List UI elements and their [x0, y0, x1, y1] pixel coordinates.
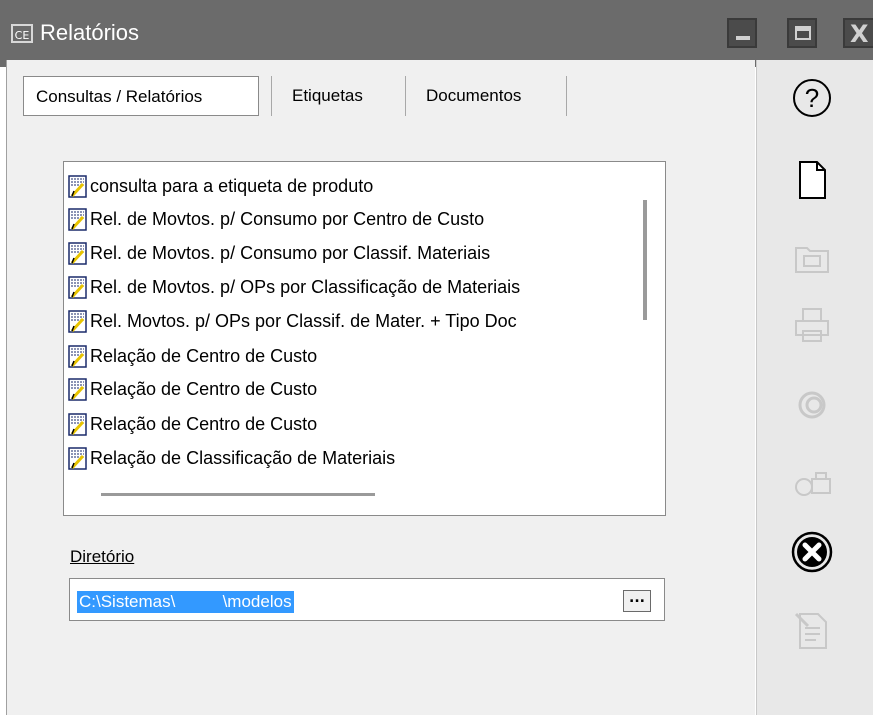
- maximize-button[interactable]: [787, 18, 817, 48]
- preview-button[interactable]: [790, 383, 834, 427]
- close-dialog-button[interactable]: [790, 530, 834, 574]
- list-item-label: Relação de Centro de Custo: [90, 413, 318, 434]
- app-icon: CE: [11, 24, 33, 43]
- directory-label-text: Diretório: [70, 547, 135, 566]
- new-document-button[interactable]: [790, 158, 834, 202]
- list-item[interactable]: Rel. Movtos. p/ OPs por Classif. de Mate…: [68, 306, 628, 336]
- report-document-icon: [68, 377, 88, 401]
- report-document-icon: [68, 446, 88, 470]
- list-item-label: Relação de Classificação de Materiais: [90, 447, 396, 468]
- close-window-button[interactable]: X: [843, 18, 873, 48]
- list-item-label: Rel. de Movtos. p/ Consumo por Centro de…: [90, 208, 485, 229]
- tab-consultas-relatorios[interactable]: Consultas / Relatórios: [23, 76, 259, 116]
- directory-value[interactable]: C:\Sistemas\ \modelos: [77, 591, 294, 613]
- list-item[interactable]: Relação de Classificação de Materiais: [68, 443, 628, 473]
- edit-document-button[interactable]: [790, 608, 834, 652]
- list-item[interactable]: Rel. de Movtos. p/ OPs por Classificação…: [68, 272, 628, 302]
- report-document-icon: [68, 174, 88, 198]
- report-document-icon: [68, 344, 88, 368]
- new-document-icon: [799, 161, 826, 199]
- list-item[interactable]: Rel. de Movtos. p/ Consumo por Centro de…: [68, 204, 628, 234]
- print-icon: [795, 308, 829, 342]
- list-item-label: Relação de Centro de Custo: [90, 378, 318, 399]
- report-list-items: consulta para a etiqueta de produto Rel. …: [68, 166, 628, 482]
- report-document-icon: [68, 412, 88, 436]
- window-title: Relatórios: [40, 20, 140, 45]
- vertical-scrollbar[interactable]: [643, 200, 647, 320]
- browse-button[interactable]: ...: [623, 590, 651, 612]
- tab-etiquetas[interactable]: Etiquetas: [292, 76, 363, 116]
- tab-documentos[interactable]: Documentos: [426, 76, 521, 116]
- list-item[interactable]: consulta para a etiqueta de produto: [68, 171, 628, 201]
- tab-divider: [566, 76, 567, 116]
- edit-document-icon: [794, 612, 827, 649]
- horizontal-scrollbar[interactable]: [101, 493, 375, 496]
- report-document-icon: [68, 207, 88, 231]
- list-item-label: Rel. de Movtos. p/ Consumo por Classif. …: [90, 242, 491, 263]
- help-icon: ?: [793, 79, 831, 117]
- list-item-label: Rel. Movtos. p/ OPs por Classif. de Mate…: [90, 310, 517, 331]
- preview-eye-icon: [798, 391, 826, 419]
- list-item-label: consulta para a etiqueta de produto: [90, 175, 374, 196]
- preview-print-icon: [795, 472, 831, 496]
- report-document-icon: [68, 309, 88, 333]
- help-button[interactable]: ?: [790, 76, 834, 120]
- print-button[interactable]: [790, 303, 834, 347]
- report-document-icon: [68, 275, 88, 299]
- list-item[interactable]: Relação de Centro de Custo: [68, 409, 628, 439]
- tab-divider: [405, 76, 406, 116]
- preview-print-button[interactable]: [790, 461, 834, 505]
- maximize-icon: [795, 26, 811, 40]
- list-item[interactable]: Relação de Centro de Custo: [68, 341, 628, 371]
- minimize-icon: [736, 36, 750, 40]
- close-icon: X: [850, 20, 869, 48]
- close-circle-icon: [791, 531, 833, 573]
- list-item-label: Relação de Centro de Custo: [90, 345, 318, 366]
- directory-label: Diretório: [70, 547, 134, 567]
- title-bar[interactable]: CE Relatórios X: [0, 0, 873, 67]
- report-document-icon: [68, 241, 88, 265]
- list-item[interactable]: Rel. de Movtos. p/ Consumo por Classif. …: [68, 238, 628, 268]
- open-folder-icon: [795, 247, 829, 273]
- list-item-label: Rel. de Movtos. p/ OPs por Classificação…: [90, 276, 521, 297]
- tab-divider: [271, 76, 272, 116]
- svg-text:?: ?: [805, 83, 819, 113]
- open-folder-button[interactable]: [790, 236, 834, 280]
- minimize-button[interactable]: [727, 18, 757, 48]
- list-item[interactable]: Relação de Centro de Custo: [68, 374, 628, 404]
